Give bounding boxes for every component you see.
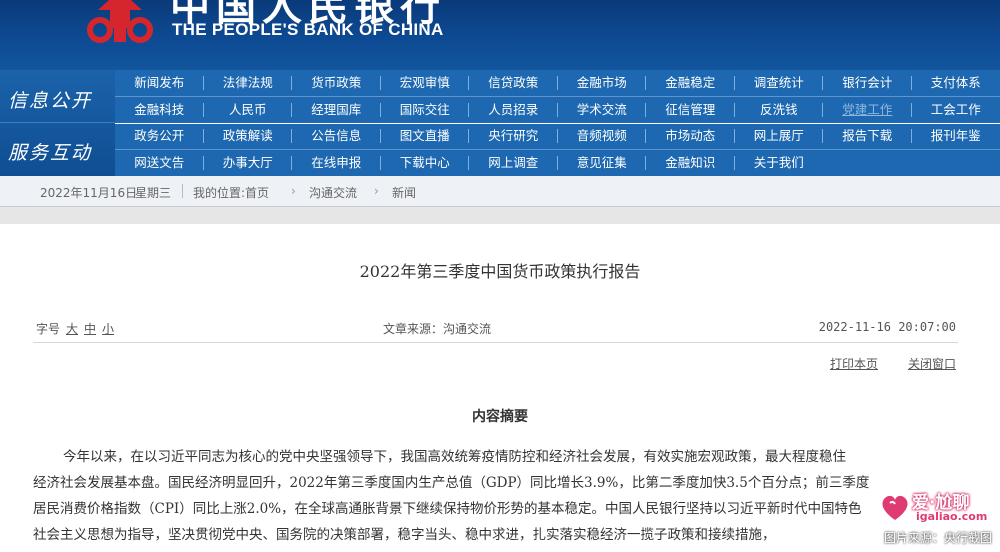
nav-item[interactable]: 图文直播 [381, 123, 470, 149]
nav-item[interactable]: 金融市场 [558, 70, 647, 96]
nav-item[interactable]: 银行会计 [823, 70, 912, 96]
nav-category-service[interactable]: 服务互动 [8, 138, 92, 165]
nav-grid: 新闻发布 法律法规 货币政策 宏观审慎 信贷政策 金融市场 金融稳定 调查统计 … [115, 70, 1000, 176]
article-datetime: 2022-11-16 20:07:00 [818, 320, 956, 334]
nav-item[interactable]: 报刊年鉴 [912, 123, 1000, 149]
breadcrumb-divider [182, 184, 183, 198]
font-size-small[interactable]: 小 [102, 322, 114, 336]
nav-item[interactable]: 调查统计 [735, 70, 824, 96]
breadcrumb-home[interactable]: 我的位置:首页 [193, 184, 269, 201]
font-size-control: 字号大中小 [36, 320, 114, 337]
nav-item[interactable]: 网送文告 [115, 150, 204, 176]
nav-row: 网送文告 办事大厅 在线申报 下载中心 网上调查 意见征集 金融知识 关于我们 [115, 150, 1000, 176]
nav-row: 金融科技 人民币 经理国库 国际交往 人员招录 学术交流 征信管理 反洗钱 党建… [115, 97, 1000, 123]
nav-item[interactable]: 关于我们 [735, 150, 824, 176]
nav-item[interactable]: 网上调查 [469, 150, 558, 176]
nav-item[interactable]: 金融知识 [646, 150, 735, 176]
article-line: 经济社会发展基本盘。国民经济明显回升，2022年第三季度国内生产总值（GDP）同… [33, 475, 870, 491]
print-link[interactable]: 打印本页 [830, 357, 878, 371]
chevron-right-icon: › [374, 184, 379, 198]
breadcrumb: 2022年11月16日 星期三 我的位置:首页 › 沟通交流 › 新闻 [0, 176, 1000, 207]
font-size-large[interactable]: 大 [66, 322, 78, 336]
nav-item[interactable]: 金融稳定 [646, 70, 735, 96]
heart-logo-icon [882, 495, 908, 520]
section-title: 内容摘要 [472, 409, 528, 425]
font-size-medium[interactable]: 中 [84, 322, 96, 336]
nav-item[interactable]: 学术交流 [558, 97, 647, 123]
article-tools: 打印本页 关闭窗口 [800, 355, 956, 372]
nav-item[interactable]: 宏观审慎 [381, 70, 470, 96]
nav-item[interactable]: 网上展厅 [735, 123, 824, 149]
nav-item[interactable]: 新闻发布 [115, 70, 204, 96]
nav-item[interactable]: 市场动态 [646, 123, 735, 149]
nav-item[interactable]: 下载中心 [381, 150, 470, 176]
nav-item[interactable]: 意见征集 [558, 150, 647, 176]
nav-item[interactable]: 央行研究 [469, 123, 558, 149]
image-credit: 图片来源：央行截图 [883, 531, 992, 545]
nav-item[interactable]: 货币政策 [292, 70, 381, 96]
nav-item[interactable]: 金融科技 [115, 97, 204, 123]
nav-row: 新闻发布 法律法规 货币政策 宏观审慎 信贷政策 金融市场 金融稳定 调查统计 … [115, 70, 1000, 96]
current-weekday: 星期三 [135, 186, 172, 200]
nav-item[interactable]: 法律法规 [204, 70, 293, 96]
nav-item[interactable]: 支付体系 [912, 70, 1000, 96]
nav-category-info[interactable]: 信息公开 [8, 86, 92, 113]
nav-row: 政务公开 政策解读 公告信息 图文直播 央行研究 音频视频 市场动态 网上展厅 … [115, 123, 1000, 149]
article-meta: 字号大中小 文章来源：沟通交流 2022-11-16 20:07:00 [33, 312, 958, 343]
article-source: 文章来源：沟通交流 [383, 322, 492, 336]
article-body: 今年以来，在以习近平同志为核心的党中央坚强领导下，我国高效统筹疫情防控和经济社会… [33, 444, 958, 548]
nav-item[interactable]: 政策解读 [204, 123, 293, 149]
nav-item[interactable]: 公告信息 [292, 123, 381, 149]
chevron-right-icon: › [291, 184, 296, 198]
nav-categories: 信息公开 服务互动 [0, 70, 115, 176]
site-en-title: THE PEOPLE'S BANK OF CHINA [172, 20, 444, 39]
nav-item[interactable]: 国际交往 [381, 97, 470, 123]
current-date: 2022年11月16日 [40, 186, 138, 200]
article-line: 社会主义思想为指导，坚决贯彻党中央、国务院的决策部署，稳字当头、稳中求进，扎实落… [33, 527, 776, 543]
nav-category-divider [0, 122, 115, 123]
nav-item[interactable]: 音频视频 [558, 123, 647, 149]
nav-item[interactable]: 人员招录 [469, 97, 558, 123]
nav-item[interactable]: 政务公开 [115, 123, 204, 149]
site-header: 中国人民银行 THE PEOPLE'S BANK OF CHINA [0, 0, 1000, 70]
nav-item[interactable]: 反洗钱 [735, 97, 824, 123]
nav-item[interactable]: 经理国库 [292, 97, 381, 123]
article-panel: 2022年第三季度中国货币政策执行报告 字号大中小 文章来源：沟通交流 2022… [0, 224, 1000, 552]
nav-item[interactable]: 工会工作 [912, 97, 1000, 123]
nav-item[interactable]: 办事大厅 [204, 150, 293, 176]
nav-item[interactable]: 信贷政策 [469, 70, 558, 96]
pboc-emblem-icon [87, 0, 153, 43]
nav-item[interactable]: 报告下载 [823, 123, 912, 149]
article-title: 2022年第三季度中国货币政策执行报告 [359, 262, 641, 281]
nav-item[interactable]: 人民币 [204, 97, 293, 123]
font-size-label: 字号 [36, 322, 61, 336]
nav-item[interactable]: 党建工作 [823, 97, 912, 123]
breadcrumb-item[interactable]: 新闻 [392, 184, 416, 201]
nav-item[interactable]: 征信管理 [646, 97, 735, 123]
site-watermark: 爱·尬聊 igaliao.com [878, 490, 988, 532]
article-line: 今年以来，在以习近平同志为核心的党中央坚强领导下，我国高效统筹疫情防控和经济社会… [63, 449, 846, 465]
article-line: 居民消费价格指数（CPI）同比上涨2.0%，在全球高通胀背景下继续保持物价形势的… [33, 501, 862, 517]
watermark-domain: igaliao.com [916, 510, 988, 523]
breadcrumb-item[interactable]: 沟通交流 [309, 184, 357, 201]
nav-item[interactable]: 在线申报 [292, 150, 381, 176]
main-nav: 信息公开 服务互动 新闻发布 法律法规 货币政策 宏观审慎 信贷政策 金融市场 … [0, 70, 1000, 176]
close-window-link[interactable]: 关闭窗口 [908, 357, 956, 371]
